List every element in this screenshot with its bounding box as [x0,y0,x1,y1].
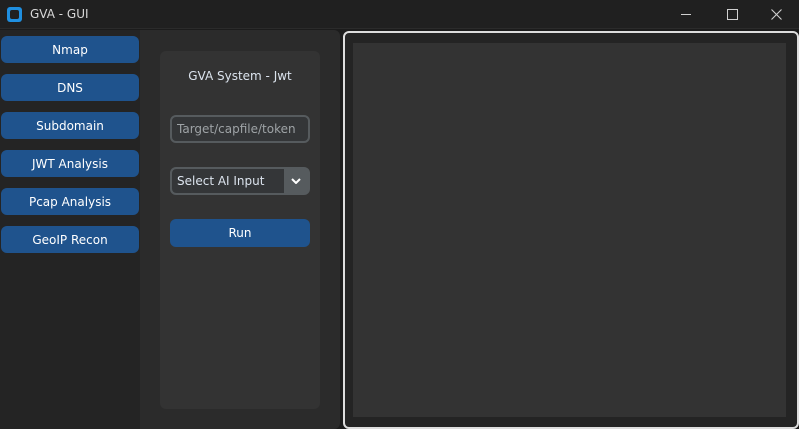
maximize-button[interactable] [709,0,755,29]
subdomain-button[interactable]: Subdomain [1,112,139,139]
panel-title: GVA System - Jwt [188,69,292,83]
close-button[interactable] [753,0,799,29]
title-bar: GVA - GUI [0,0,799,29]
pcap-analysis-button[interactable]: Pcap Analysis [1,188,139,215]
app-icon [7,7,22,22]
run-button[interactable]: Run [170,219,310,247]
minimize-button[interactable] [663,0,709,29]
window-title: GVA - GUI [30,7,89,21]
geoip-recon-button[interactable]: GeoIP Recon [1,226,139,253]
ai-select-arrow-button[interactable] [284,169,308,193]
maximize-icon [726,9,738,20]
target-input[interactable] [170,115,310,143]
minimize-icon [681,14,691,15]
output-textbox[interactable] [353,43,786,417]
chevron-down-icon [291,178,301,184]
ai-input-select[interactable]: Select AI Input [170,167,310,195]
close-icon [770,9,782,20]
nmap-button[interactable]: Nmap [1,36,139,63]
ai-select-value: Select AI Input [172,169,284,193]
jwt-analysis-button[interactable]: JWT Analysis [1,150,139,177]
dns-button[interactable]: DNS [1,74,139,101]
